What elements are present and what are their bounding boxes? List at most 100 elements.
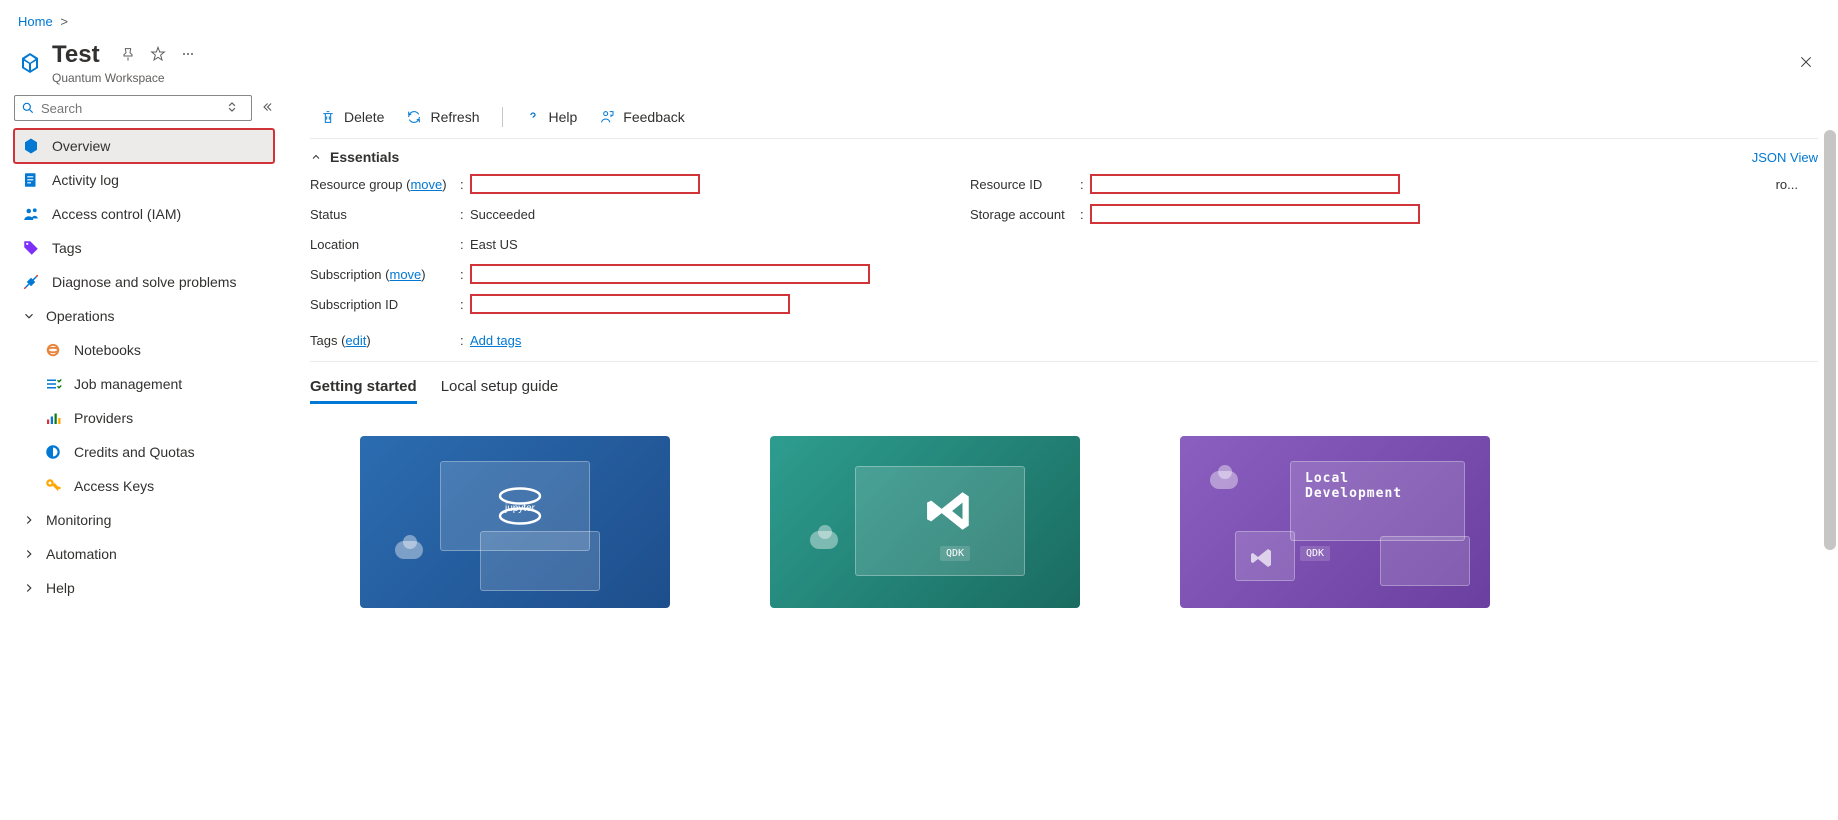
- command-bar: Delete Refresh Help Feedback: [310, 95, 1818, 139]
- move-subscription-link[interactable]: move: [390, 267, 422, 282]
- storage-account-value-redacted: [1090, 204, 1420, 224]
- card-vscode[interactable]: QDK: [770, 436, 1080, 608]
- move-resource-group-link[interactable]: move: [410, 177, 442, 192]
- local-dev-label-2: Development: [1305, 486, 1402, 501]
- nav-access-control-label: Access control (IAM): [52, 206, 181, 222]
- subscription-label: Subscription: [310, 267, 382, 282]
- close-icon[interactable]: [1798, 54, 1814, 73]
- tags-icon: [22, 239, 40, 257]
- quantum-workspace-icon: [18, 51, 42, 75]
- tab-local-setup[interactable]: Local setup guide: [441, 378, 559, 404]
- breadcrumb: Home >: [0, 0, 1838, 35]
- providers-icon: [44, 409, 62, 427]
- nav-diagnose-label: Diagnose and solve problems: [52, 274, 236, 290]
- access-keys-icon: [44, 477, 62, 495]
- cloud-icon: [1210, 471, 1238, 489]
- subscription-value-redacted: [470, 264, 870, 284]
- vertical-scrollbar[interactable]: [1824, 130, 1836, 810]
- vscode-icon: [925, 486, 975, 536]
- nav-job-management-label: Job management: [74, 376, 182, 392]
- favorite-icon[interactable]: [150, 46, 166, 65]
- card-local-dev[interactable]: Local Development QDK: [1180, 436, 1490, 608]
- vscode-icon: [1250, 546, 1274, 570]
- nav-group-help[interactable]: Help: [14, 571, 274, 605]
- nav-activity-log[interactable]: Activity log: [14, 163, 274, 197]
- collapse-sidebar-icon[interactable]: [260, 100, 274, 117]
- essentials-tags: Tags (edit) : Add tags: [310, 329, 930, 351]
- search-input[interactable]: [41, 101, 245, 116]
- job-management-icon: [44, 375, 62, 393]
- status-value: Succeeded: [470, 207, 535, 222]
- chevron-right-icon: [22, 547, 36, 561]
- tags-label: Tags: [310, 333, 337, 348]
- notebooks-icon: [44, 341, 62, 359]
- nav-operations-label: Operations: [46, 308, 114, 324]
- nav-tags-label: Tags: [52, 240, 82, 256]
- breadcrumb-home[interactable]: Home: [18, 14, 53, 29]
- nav-credits-label: Credits and Quotas: [74, 444, 195, 460]
- nav-providers[interactable]: Providers: [36, 401, 274, 435]
- nav-help-label: Help: [46, 580, 75, 596]
- svg-text:jupyter: jupyter: [504, 503, 536, 514]
- nav-overview[interactable]: Overview: [14, 129, 274, 163]
- diagnose-icon: [22, 273, 40, 291]
- toolbar-separator: [502, 107, 503, 127]
- feedback-icon: [599, 109, 615, 125]
- status-label: Status: [310, 207, 460, 222]
- delete-icon: [320, 109, 336, 125]
- nav-activity-log-label: Activity log: [52, 172, 119, 188]
- help-button-label: Help: [549, 109, 578, 125]
- chevron-right-icon: [22, 581, 36, 595]
- essentials-subscription-id: Subscription ID :: [310, 293, 930, 315]
- essentials-storage-account: Storage account :: [970, 203, 1818, 225]
- add-tags-link[interactable]: Add tags: [470, 333, 521, 348]
- nav-notebooks[interactable]: Notebooks: [36, 333, 274, 367]
- more-icon[interactable]: [180, 46, 196, 65]
- scrollbar-thumb[interactable]: [1824, 130, 1836, 550]
- refresh-icon: [406, 109, 422, 125]
- delete-button[interactable]: Delete: [310, 101, 394, 133]
- search-expand-icon[interactable]: [225, 100, 245, 117]
- essentials-title: Essentials: [330, 149, 399, 165]
- essentials-resource-group: Resource group (move) :: [310, 173, 930, 195]
- nav-providers-label: Providers: [74, 410, 133, 426]
- help-button[interactable]: Help: [515, 101, 588, 133]
- essentials-resource-id: Resource ID : ro...: [970, 173, 1818, 195]
- chevron-up-icon: [310, 151, 322, 163]
- search-icon: [21, 101, 35, 115]
- nav-access-control[interactable]: Access control (IAM): [14, 197, 274, 231]
- essentials-toggle[interactable]: Essentials: [310, 149, 399, 165]
- essentials-grid: Resource group (move) : Status : Succeed…: [310, 173, 1818, 362]
- main-content: Delete Refresh Help Feedback Essentials …: [280, 95, 1838, 628]
- card-jupyter[interactable]: jupyter: [360, 436, 670, 608]
- refresh-button[interactable]: Refresh: [396, 101, 489, 133]
- nav-credits[interactable]: Credits and Quotas: [36, 435, 274, 469]
- resource-group-value-redacted: [470, 174, 700, 194]
- resource-header: Test Quantum Workspace: [0, 35, 1838, 95]
- storage-account-label: Storage account: [970, 207, 1080, 222]
- nav-diagnose[interactable]: Diagnose and solve problems: [14, 265, 274, 299]
- pin-icon[interactable]: [120, 46, 136, 65]
- search-input-container[interactable]: [14, 95, 252, 121]
- location-label: Location: [310, 237, 460, 252]
- resource-id-value-redacted: [1090, 174, 1400, 194]
- json-view-link[interactable]: JSON View: [1752, 150, 1818, 165]
- nav-job-management[interactable]: Job management: [36, 367, 274, 401]
- refresh-button-label: Refresh: [430, 109, 479, 125]
- nav-group-monitoring[interactable]: Monitoring: [14, 503, 274, 537]
- nav-monitoring-label: Monitoring: [46, 512, 111, 528]
- resource-id-label: Resource ID: [970, 177, 1080, 192]
- chevron-right-icon: [22, 513, 36, 527]
- tab-getting-started[interactable]: Getting started: [310, 378, 417, 404]
- nav-group-operations[interactable]: Operations: [14, 299, 274, 333]
- cloud-icon: [810, 531, 838, 549]
- nav-group-automation[interactable]: Automation: [14, 537, 274, 571]
- feedback-button[interactable]: Feedback: [589, 101, 694, 133]
- nav-tags[interactable]: Tags: [14, 231, 274, 265]
- nav-access-keys[interactable]: Access Keys: [36, 469, 274, 503]
- access-control-icon: [22, 205, 40, 223]
- content-tabs: Getting started Local setup guide: [310, 362, 1818, 416]
- nav-overview-label: Overview: [52, 138, 110, 154]
- edit-tags-link[interactable]: edit: [345, 333, 366, 348]
- resource-group-label: Resource group: [310, 177, 403, 192]
